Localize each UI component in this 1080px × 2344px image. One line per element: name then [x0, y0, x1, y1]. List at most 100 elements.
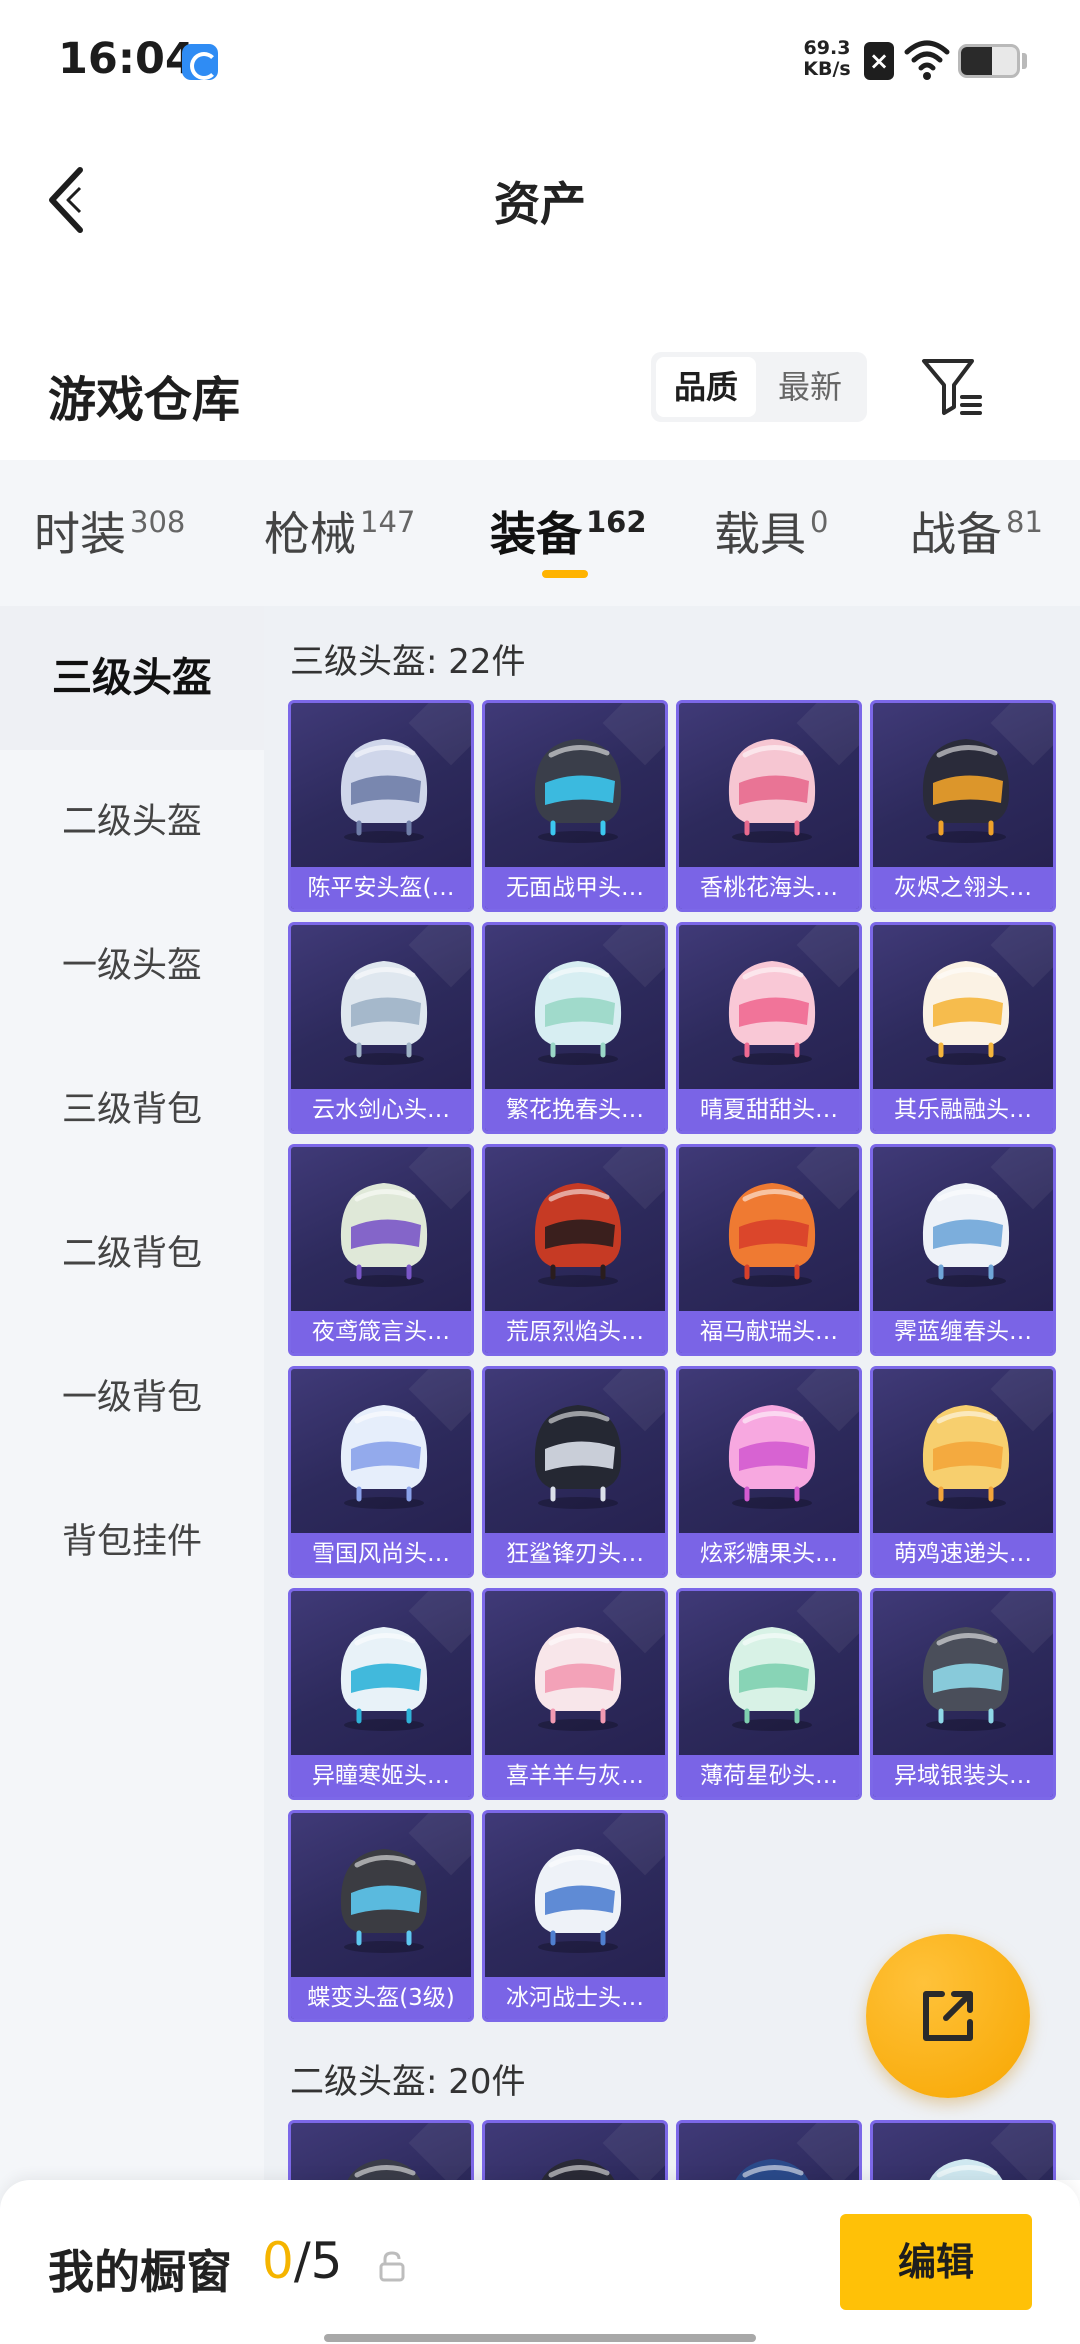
- helmet-image: [347, 2159, 421, 2180]
- share-fab-button[interactable]: [866, 1934, 1030, 2098]
- item-name: 狂鲨锋刃头…: [485, 1533, 665, 1575]
- helmet-image: [340, 1405, 428, 1509]
- helmet-image: [735, 2159, 809, 2180]
- status-bar: 16:04 69.3 KB/s ×: [0, 0, 1080, 120]
- home-indicator[interactable]: [324, 2334, 756, 2342]
- helmet-image: [534, 1849, 622, 1953]
- item-card[interactable]: 蝶变头盔(3级): [288, 1810, 474, 2022]
- item-name: 蝶变头盔(3级): [291, 1977, 471, 2019]
- sidebar-item-level1-backpack[interactable]: 一级背包: [0, 1326, 264, 1470]
- share-out-icon: [923, 1991, 973, 2041]
- item-card[interactable]: 喜羊羊与灰…: [482, 1588, 668, 1800]
- battery-level: [961, 47, 992, 75]
- network-speed: 69.3 KB/s: [800, 38, 854, 80]
- sidebar-item-level2-helmet[interactable]: 二级头盔: [0, 750, 264, 894]
- page-title: 资产: [494, 177, 586, 231]
- helmet-image: [728, 1627, 816, 1731]
- battery-icon: [958, 44, 1020, 78]
- sort-by-quality[interactable]: 品质: [656, 357, 756, 417]
- item-card[interactable]: [676, 2120, 862, 2180]
- helmet-image: [340, 961, 428, 1065]
- helmet-image: [929, 2159, 1003, 2180]
- item-card[interactable]: 灰烬之翎头…: [870, 700, 1056, 912]
- tab-label: 枪械: [264, 507, 356, 561]
- sidebar-item-level2-backpack[interactable]: 二级背包: [0, 1182, 264, 1326]
- item-name: 薄荷星砂头…: [679, 1755, 859, 1797]
- helmet-image: [541, 2159, 615, 2180]
- item-card[interactable]: 狂鲨锋刃头…: [482, 1366, 668, 1578]
- helmet-image: [534, 1405, 622, 1509]
- item-name: 陈平安头盔(…: [291, 867, 471, 909]
- tab-fashion[interactable]: 时装 308: [34, 498, 185, 564]
- item-card[interactable]: 夜鸢箴言头…: [288, 1144, 474, 1356]
- item-card[interactable]: 炫彩糖果头…: [676, 1366, 862, 1578]
- item-name: 荒原烈焰头…: [485, 1311, 665, 1353]
- item-card[interactable]: 异域银装头…: [870, 1588, 1056, 1800]
- item-card[interactable]: 无面战甲头…: [482, 700, 668, 912]
- sidebar-item-level3-backpack[interactable]: 三级背包: [0, 1038, 264, 1182]
- tab-vehicles[interactable]: 载具 0: [714, 498, 828, 564]
- tab-battle-gear[interactable]: 战备 81: [910, 498, 1043, 564]
- helmet-image: [728, 961, 816, 1065]
- sidebar-item-level1-helmet[interactable]: 一级头盔: [0, 894, 264, 1038]
- item-name: 夜鸢箴言头…: [291, 1311, 471, 1353]
- active-tab-indicator: [542, 570, 588, 578]
- group-title-level2-helmet: 二级头盔: 20件: [290, 2062, 526, 2102]
- item-card[interactable]: 陈平安头盔(…: [288, 700, 474, 912]
- wifi-icon: [904, 40, 950, 80]
- tab-count: 0: [810, 505, 829, 539]
- item-card[interactable]: [870, 2120, 1056, 2180]
- item-name: 异域银装头…: [873, 1755, 1053, 1797]
- tab-equipment[interactable]: 装备 162: [490, 498, 647, 564]
- helmet-image: [728, 1405, 816, 1509]
- item-card[interactable]: [288, 2120, 474, 2180]
- network-speed-unit: KB/s: [803, 58, 851, 80]
- item-name: 福马献瑞头…: [679, 1311, 859, 1353]
- item-card[interactable]: 霁蓝缠春头…: [870, 1144, 1056, 1356]
- status-time: 16:04: [58, 34, 195, 84]
- item-name: 异瞳寒姬头…: [291, 1755, 471, 1797]
- tab-firearms[interactable]: 枪械 147: [264, 498, 415, 564]
- helmet-image: [340, 739, 428, 843]
- item-name: 晴夏甜甜头…: [679, 1089, 859, 1131]
- item-card[interactable]: [482, 2120, 668, 2180]
- showcase-count-current: 0: [262, 2232, 294, 2290]
- helmet-image: [340, 1849, 428, 1953]
- item-card[interactable]: 晴夏甜甜头…: [676, 922, 862, 1134]
- category-tabs: 时装 308 枪械 147 装备 162 载具 0 战备 81: [0, 460, 1080, 606]
- helmet-image: [728, 739, 816, 843]
- item-card[interactable]: 荒原烈焰头…: [482, 1144, 668, 1356]
- item-card[interactable]: 萌鸡速递头…: [870, 1366, 1056, 1578]
- network-speed-value: 69.3: [803, 37, 851, 59]
- item-card[interactable]: 香桃花海头…: [676, 700, 862, 912]
- item-name: 其乐融融头…: [873, 1089, 1053, 1131]
- item-card[interactable]: 其乐融融头…: [870, 922, 1056, 1134]
- tab-label: 载具: [714, 507, 806, 561]
- helmet-image: [922, 739, 1010, 843]
- sidebar-item-backpack-charm[interactable]: 背包挂件: [0, 1470, 264, 1614]
- showcase-count-total: /5: [293, 2232, 343, 2290]
- filter-icon[interactable]: [920, 355, 984, 419]
- helmet-image: [534, 1627, 622, 1731]
- lock-icon: [379, 2251, 405, 2282]
- item-card[interactable]: 雪国风尚头…: [288, 1366, 474, 1578]
- item-name: 繁花挽春头…: [485, 1089, 665, 1131]
- helmet-image: [534, 1183, 622, 1287]
- item-name: 霁蓝缠春头…: [873, 1311, 1053, 1353]
- item-name: 云水剑心头…: [291, 1089, 471, 1131]
- item-card[interactable]: 云水剑心头…: [288, 922, 474, 1134]
- sort-by-newest[interactable]: 最新: [760, 357, 860, 417]
- edit-button[interactable]: 编辑: [840, 2214, 1032, 2310]
- item-card[interactable]: 繁花挽春头…: [482, 922, 668, 1134]
- item-name: 香桃花海头…: [679, 867, 859, 909]
- item-card[interactable]: 薄荷星砂头…: [676, 1588, 862, 1800]
- tab-count: 81: [1006, 505, 1043, 539]
- item-name: 雪国风尚头…: [291, 1533, 471, 1575]
- item-card[interactable]: 福马献瑞头…: [676, 1144, 862, 1356]
- item-card[interactable]: 冰河战士头…: [482, 1810, 668, 2022]
- item-card[interactable]: 异瞳寒姬头…: [288, 1588, 474, 1800]
- sidebar-item-level3-helmet[interactable]: 三级头盔: [0, 606, 264, 750]
- sort-toggle: 品质 最新: [651, 352, 867, 422]
- tab-count: 308: [130, 505, 186, 539]
- helmet-image: [340, 1183, 428, 1287]
